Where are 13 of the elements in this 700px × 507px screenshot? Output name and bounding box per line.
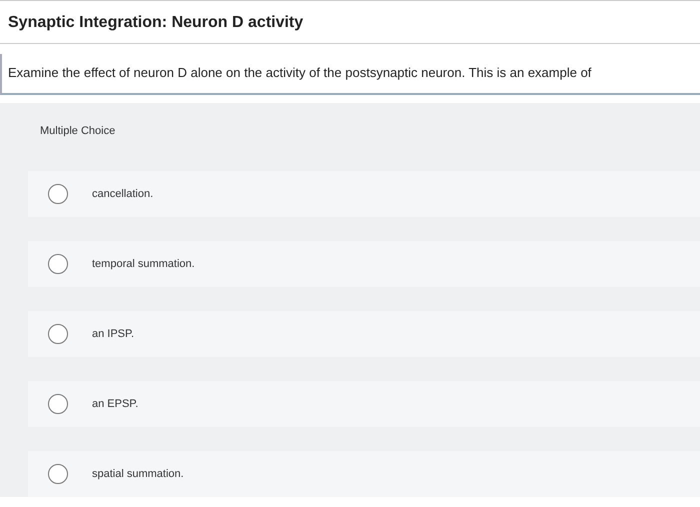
answer-option[interactable]: an EPSP.: [28, 381, 700, 427]
question-type-label: Multiple Choice: [40, 124, 116, 138]
answer-option[interactable]: cancellation.: [28, 171, 700, 217]
option-label: an EPSP.: [92, 396, 138, 412]
option-label: spatial summation.: [92, 466, 184, 482]
answer-option[interactable]: temporal summation.: [28, 241, 700, 287]
answer-option[interactable]: spatial summation.: [28, 451, 700, 497]
question-prompt: Examine the effect of neuron D alone on the activity of the postsynaptic neuron. This is an example of: [0, 54, 700, 94]
option-label: temporal summation.: [92, 256, 195, 272]
answer-option[interactable]: an IPSP.: [28, 311, 700, 357]
question-title: Synaptic Integration: Neuron D activity: [8, 13, 304, 33]
option-label: an IPSP.: [92, 326, 134, 342]
option-label: cancellation.: [92, 186, 154, 202]
